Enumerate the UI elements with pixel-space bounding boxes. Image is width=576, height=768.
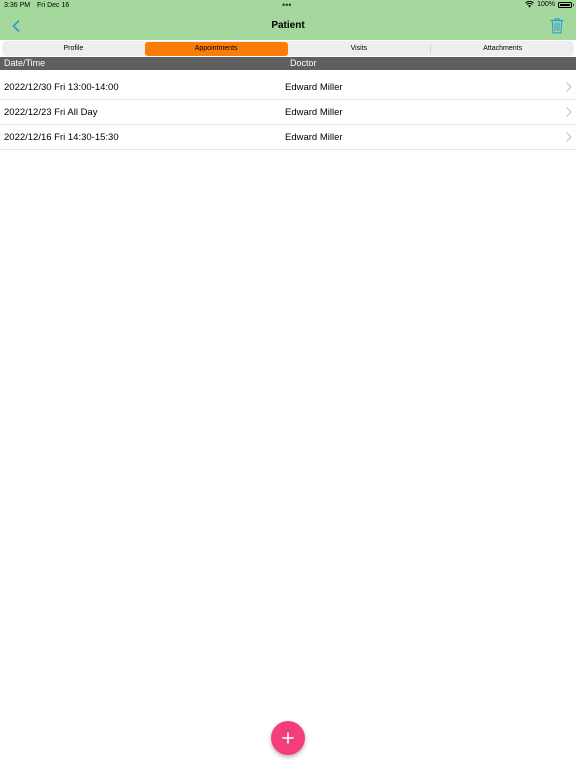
wifi-icon [525,1,534,8]
table-row[interactable]: 2022/12/16 Fri 14:30-15:30 Edward Miller [0,125,576,150]
appointment-list: 2022/12/30 Fri 13:00-14:00 Edward Miller… [0,75,576,150]
tab-appointments[interactable]: Appointments [144,41,288,56]
status-indicators: 100% [525,1,574,8]
table-row[interactable]: 2022/12/30 Fri 13:00-14:00 Edward Miller [0,75,576,100]
tab-label: Attachments [483,45,523,52]
column-header-datetime: Date/Time [4,58,46,68]
appointment-doctor: Edward Miller [285,107,343,118]
status-date: Fri Dec 16 [37,2,70,9]
delete-button[interactable] [550,17,566,35]
tab-attachments[interactable]: Attachments [431,41,574,56]
status-time: 3:36 PM [4,2,31,9]
segmented-tabs: Profile Appointments Visits Attachments [2,41,574,56]
column-header-doctor: Doctor [290,58,317,68]
tab-label: Profile [63,45,84,52]
table-row[interactable]: 2022/12/23 Fri All Day Edward Miller [0,100,576,125]
multitask-dots[interactable]: ••• [282,0,291,10]
tab-visits[interactable]: Visits [288,41,431,56]
chevron-right-icon [566,107,572,117]
tab-profile[interactable]: Profile [2,41,145,56]
appointment-datetime: 2022/12/30 Fri 13:00-14:00 [4,82,119,93]
status-bar: 3:36 PM Fri Dec 16 ••• 100% [0,0,576,12]
appointment-doctor: Edward Miller [285,132,343,143]
page-title: Patient [271,20,305,31]
battery-icon [558,1,574,8]
appointment-datetime: 2022/12/23 Fri All Day [4,107,98,118]
chevron-right-icon [566,82,572,92]
chevron-right-icon [566,132,572,142]
tab-label: Appointments [194,45,238,52]
appointment-datetime: 2022/12/16 Fri 14:30-15:30 [4,132,119,143]
tab-label: Visits [350,45,368,52]
add-appointment-button[interactable] [271,721,305,755]
appointment-doctor: Edward Miller [285,82,343,93]
table-header: Date/Time Doctor [0,57,576,70]
trash-icon [550,18,564,34]
plus-icon [282,732,294,744]
battery-percent: 100% [537,1,555,8]
navigation-header: 3:36 PM Fri Dec 16 ••• 100% Patient [0,0,576,40]
